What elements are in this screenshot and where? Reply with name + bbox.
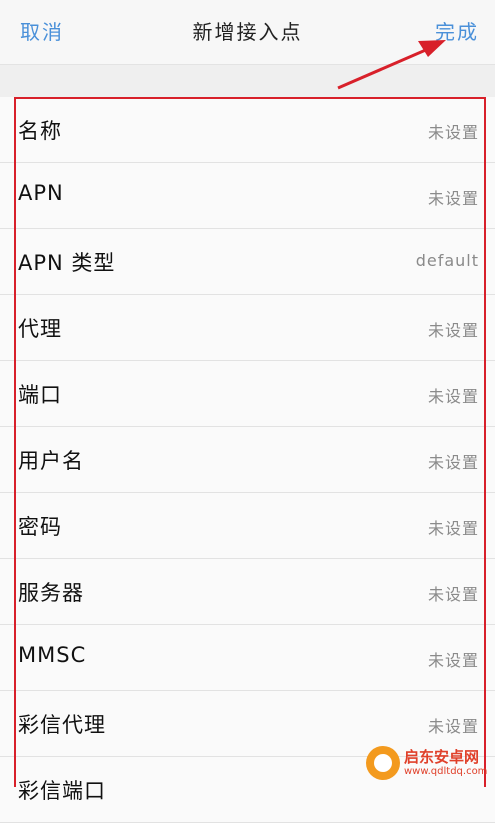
row-label: 名称 <box>18 119 62 143</box>
row-value: default <box>415 251 479 270</box>
row-label: APN <box>18 181 64 205</box>
row-value: 未设置 <box>427 717 479 736</box>
row-password[interactable]: 密码 未设置 <box>0 493 495 559</box>
row-username[interactable]: 用户名 未设置 <box>0 427 495 493</box>
row-port[interactable]: 端口 未设置 <box>0 361 495 427</box>
watermark-name: 启东安卓网 <box>404 748 480 766</box>
apn-settings-list: 名称 未设置 APN 未设置 APN 类型 default 代理 未设置 端口 … <box>0 97 495 823</box>
navigation-bar: 取消 新增接入点 完成 <box>0 0 495 65</box>
row-label: 端口 <box>18 383 62 407</box>
row-value: 未设置 <box>427 585 479 604</box>
row-server[interactable]: 服务器 未设置 <box>0 559 495 625</box>
row-label: APN 类型 <box>18 251 116 275</box>
row-value: 未设置 <box>427 453 479 472</box>
done-button[interactable]: 完成 <box>435 16 479 45</box>
row-mmsc[interactable]: MMSC 未设置 <box>0 625 495 691</box>
row-label: 彩信代理 <box>18 713 106 737</box>
row-label: 密码 <box>18 515 62 539</box>
row-label: 彩信端口 <box>18 779 106 803</box>
row-value: 未设置 <box>427 387 479 406</box>
row-label: MMSC <box>18 643 87 667</box>
row-value: 未设置 <box>427 651 479 670</box>
page-title: 新增接入点 <box>192 20 303 44</box>
row-value: 未设置 <box>427 123 479 142</box>
row-label: 用户名 <box>18 449 84 473</box>
row-apn-type[interactable]: APN 类型 default <box>0 229 495 295</box>
row-proxy[interactable]: 代理 未设置 <box>0 295 495 361</box>
watermark-logo-icon <box>366 746 400 780</box>
watermark-url: www.qdltdq.com <box>404 766 488 777</box>
row-name[interactable]: 名称 未设置 <box>0 97 495 163</box>
row-value: 未设置 <box>427 519 479 538</box>
row-label: 服务器 <box>18 581 84 605</box>
row-value: 未设置 <box>427 321 479 340</box>
watermark: 启东安卓网 www.qdltdq.com <box>366 744 492 784</box>
row-apn[interactable]: APN 未设置 <box>0 163 495 229</box>
section-gap <box>0 65 495 97</box>
row-value: 未设置 <box>427 189 479 208</box>
row-label: 代理 <box>18 317 62 341</box>
